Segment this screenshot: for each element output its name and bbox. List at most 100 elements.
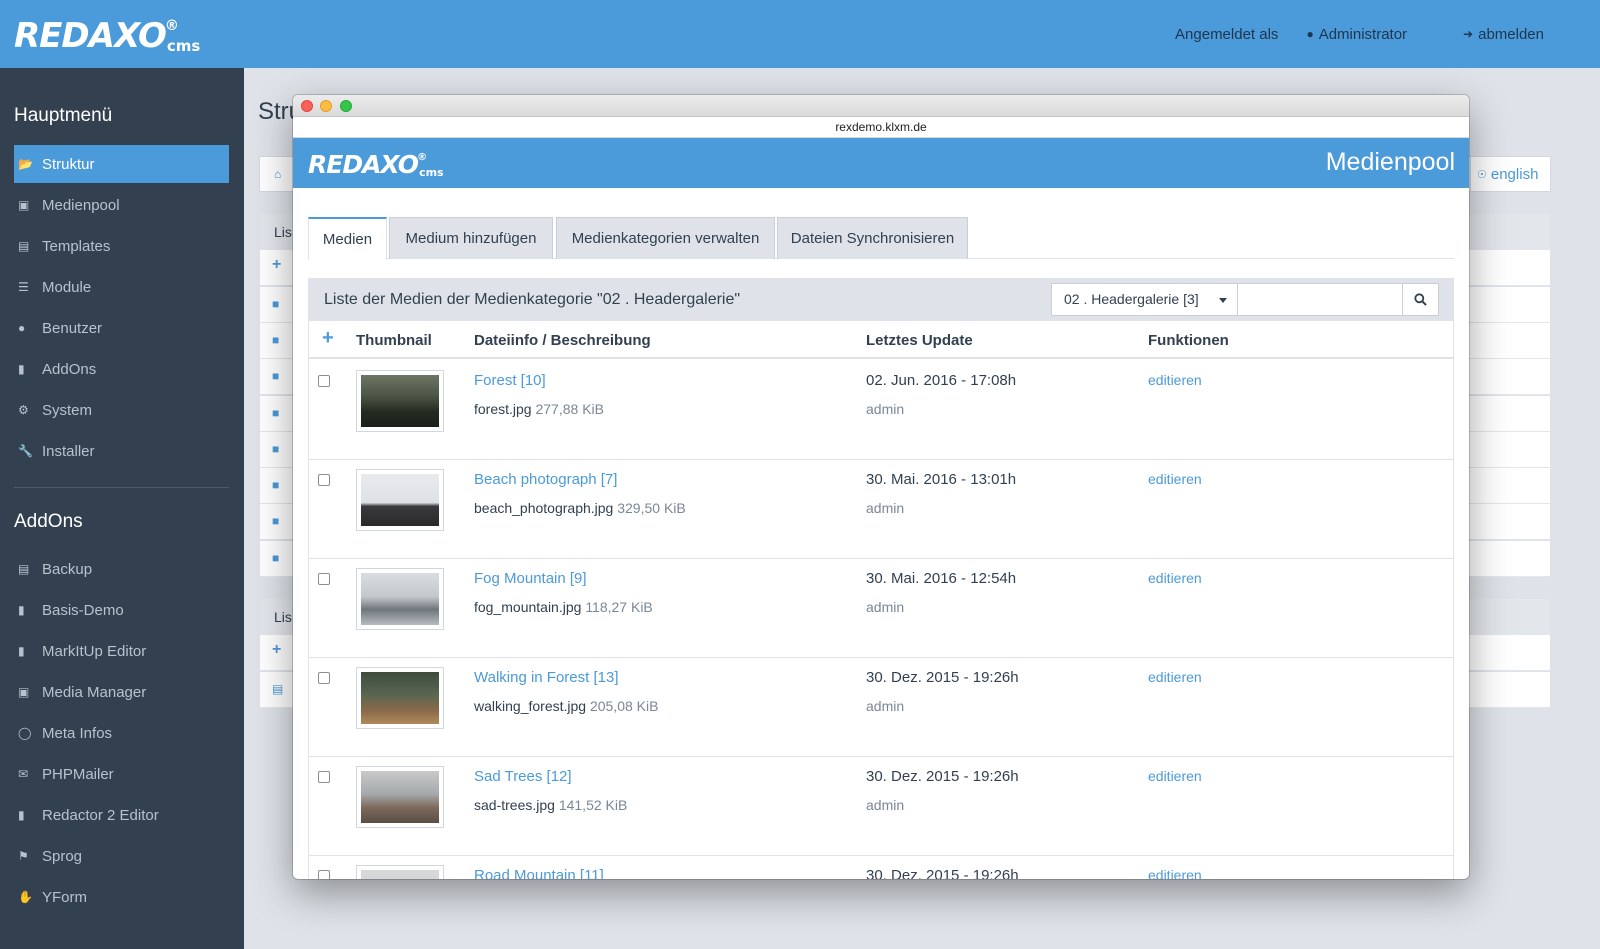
sidebar-item-system[interactable]: ⚙ System xyxy=(14,391,229,429)
hdd-icon: ▤ xyxy=(18,562,30,576)
addons-heading: AddOns xyxy=(14,511,83,532)
sidebar-item-label: Struktur xyxy=(42,155,95,173)
sidebar-item-installer[interactable]: 🔧 Installer xyxy=(14,432,229,470)
thumbnail-image xyxy=(361,771,439,823)
thumbnail-image xyxy=(361,474,439,526)
updated-date: 30. Dez. 2015 - 19:26h xyxy=(866,768,1019,785)
media-title-link[interactable]: Beach photograph [7] xyxy=(474,471,617,488)
row-checkbox[interactable] xyxy=(318,771,330,783)
file-size: 277,88 KiB xyxy=(535,401,604,417)
edit-link[interactable]: editieren xyxy=(1148,669,1202,685)
edit-link[interactable]: editieren xyxy=(1148,768,1202,784)
row-checkbox[interactable] xyxy=(318,672,330,684)
home-icon[interactable]: ⌂ xyxy=(274,167,281,181)
redaxo-logo[interactable]: REDAXO ® cms xyxy=(14,14,200,54)
logo-main: REDAXO xyxy=(14,16,167,56)
sidebar-item-label: Medienpool xyxy=(42,196,120,214)
media-title-link[interactable]: Fog Mountain [9] xyxy=(474,570,587,587)
media-file-info: beach_photograph.jpg 329,50 KiB xyxy=(474,500,686,516)
row-checkbox[interactable] xyxy=(318,870,330,879)
sidebar-item-yform[interactable]: ✋ YForm xyxy=(14,878,229,916)
envelope-icon: ✉ xyxy=(18,767,29,781)
sidebar-item-basis-demo[interactable]: ▮ Basis-Demo xyxy=(14,591,229,629)
edit-link[interactable]: editieren xyxy=(1148,471,1202,487)
media-thumbnail[interactable] xyxy=(356,865,444,879)
media-thumbnail[interactable] xyxy=(356,667,444,729)
edit-link[interactable]: editieren xyxy=(1148,867,1202,879)
logout-link[interactable]: ➜ abmelden xyxy=(1463,26,1572,43)
sidebar-item-sprog[interactable]: ⚑ Sprog xyxy=(14,837,229,875)
media-row: Road Mountain [11] 30. Dez. 2015 - 19:26… xyxy=(309,856,1453,879)
row-checkbox[interactable] xyxy=(318,474,330,486)
bookmark-icon: ▮ xyxy=(18,603,25,617)
updated-user: admin xyxy=(866,698,905,714)
sidebar-item-markitup[interactable]: ▮ MarkItUp Editor xyxy=(14,632,229,670)
sidebar-item-label: YForm xyxy=(42,888,87,906)
user-name: Administrator xyxy=(1318,25,1408,43)
media-thumbnail[interactable] xyxy=(356,370,444,432)
media-thumbnail[interactable] xyxy=(356,766,444,828)
tab-synchronisieren[interactable]: Dateien Synchronisieren xyxy=(777,217,968,259)
sidebar-item-benutzer[interactable]: ● Benutzer xyxy=(14,309,229,347)
url-bar[interactable]: rexdemo.klxm.de xyxy=(293,117,1469,138)
media-title-link[interactable]: Forest [10] xyxy=(474,372,546,389)
sidebar-item-module[interactable]: ☰ Module xyxy=(14,268,229,306)
media-list-header: Liste der Medien der Medienkategorie "02… xyxy=(309,279,1453,321)
row-checkbox[interactable] xyxy=(318,573,330,585)
image-icon: ▣ xyxy=(18,685,30,699)
sidebar-item-phpmailer[interactable]: ✉ PHPMailer xyxy=(14,755,229,793)
top-bar: REDAXO ® cms Angemeldet als ● Administrato… xyxy=(0,0,1600,68)
search-button[interactable] xyxy=(1402,283,1439,316)
hand-icon: ✋ xyxy=(18,890,33,904)
sidebar-item-label: PHPMailer xyxy=(42,765,114,783)
sidebar-item-label: Redactor 2 Editor xyxy=(42,806,159,824)
maximize-window-button[interactable] xyxy=(340,100,352,112)
media-title-link[interactable]: Walking in Forest [13] xyxy=(474,669,619,686)
logged-in-label: Angemeldet als xyxy=(1175,25,1279,43)
tab-medium-hinzufuegen[interactable]: Medium hinzufügen xyxy=(389,217,553,259)
media-thumbnail[interactable] xyxy=(356,568,444,630)
redaxo-logo: REDAXO ® cms xyxy=(308,148,444,179)
file-size: 205,08 KiB xyxy=(589,698,659,714)
media-title-link[interactable]: Sad Trees [12] xyxy=(474,768,572,785)
media-title-link[interactable]: Road Mountain [11] xyxy=(474,867,604,879)
folder-icon: ■ xyxy=(272,514,280,528)
sidebar-item-meta-infos[interactable]: ◯ Meta Infos xyxy=(14,714,229,752)
thumbnail-image xyxy=(361,375,439,427)
media-thumbnail[interactable] xyxy=(356,469,444,531)
search-input[interactable] xyxy=(1237,283,1403,316)
sidebar-item-templates[interactable]: ▤ Templates xyxy=(14,227,229,265)
flag-icon: ⚑ xyxy=(18,849,29,863)
close-window-button[interactable] xyxy=(301,100,313,112)
sidebar-item-redactor[interactable]: ▮ Redactor 2 Editor xyxy=(14,796,229,834)
folder-icon: ■ xyxy=(272,297,280,311)
row-checkbox[interactable] xyxy=(318,375,330,387)
caret-down-icon xyxy=(1219,298,1227,303)
file-size: 329,50 KiB xyxy=(617,500,686,516)
updated-user: admin xyxy=(866,797,905,813)
user-icon: ● xyxy=(1306,27,1314,41)
window-titlebar[interactable] xyxy=(293,95,1469,117)
language-switch[interactable]: ☉ english xyxy=(1470,156,1551,192)
sidebar-item-media-manager[interactable]: ▣ Media Manager xyxy=(14,673,229,711)
user-link[interactable]: ● Administrator xyxy=(1306,26,1435,43)
add-media-button[interactable]: + xyxy=(322,327,334,350)
add-icon[interactable]: + xyxy=(272,256,281,274)
sidebar-item-struktur[interactable]: 📂 Struktur xyxy=(14,145,229,183)
sidebar-item-addons[interactable]: ▮ AddOns xyxy=(14,350,229,388)
sidebar-item-backup[interactable]: ▤ Backup xyxy=(14,550,229,588)
tab-medien[interactable]: Medien xyxy=(308,217,387,260)
column-thumbnail: Thumbnail xyxy=(356,332,432,349)
minimize-window-button[interactable] xyxy=(320,100,332,112)
edit-link[interactable]: editieren xyxy=(1148,570,1202,586)
sidebar-item-medienpool[interactable]: ▣ Medienpool xyxy=(14,186,229,224)
column-functions: Funktionen xyxy=(1148,332,1229,349)
add-icon[interactable]: + xyxy=(272,641,281,659)
column-fileinfo: Dateiinfo / Beschreibung xyxy=(474,332,651,349)
tab-medienkategorien[interactable]: Medienkategorien verwalten xyxy=(556,217,775,259)
edit-link[interactable]: editieren xyxy=(1148,372,1202,388)
database-icon: ☰ xyxy=(18,280,29,294)
category-select[interactable]: 02 . Headergalerie [3] xyxy=(1051,283,1238,316)
file-name: forest.jpg xyxy=(474,401,532,417)
thumbnail-image xyxy=(361,870,439,879)
